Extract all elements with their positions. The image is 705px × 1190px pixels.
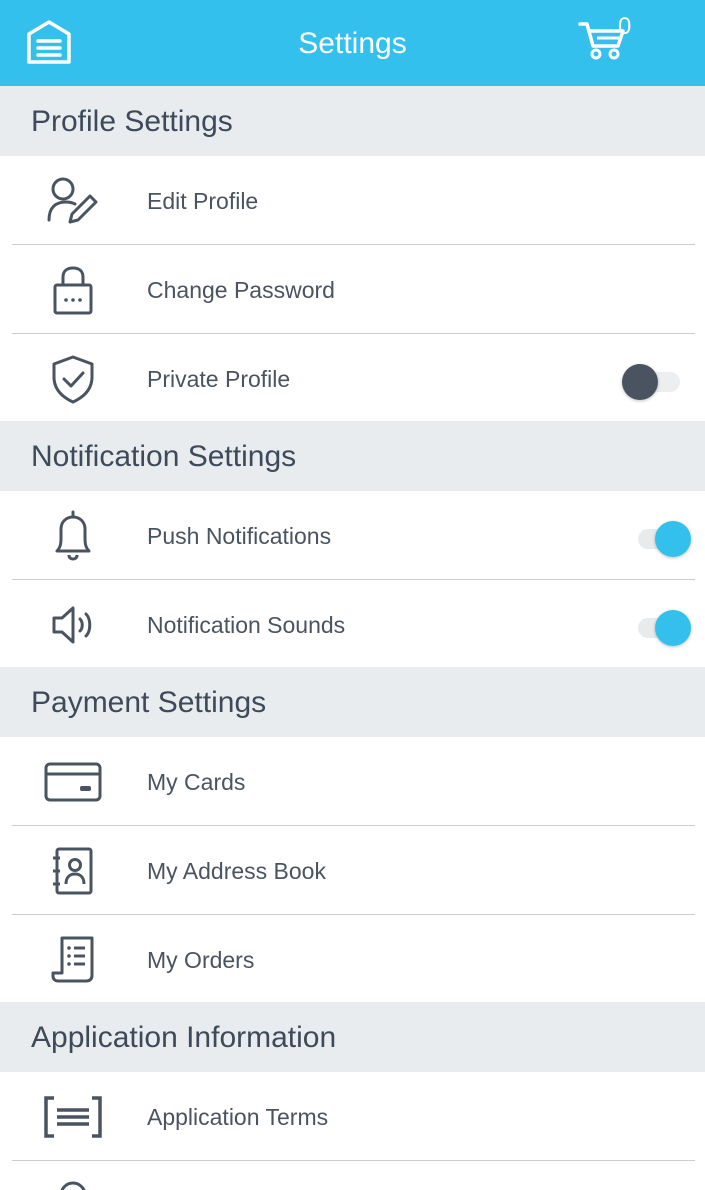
settings-item-app-terms[interactable]: Application Terms — [0, 1072, 705, 1161]
settings-item-label: Application Terms — [147, 1104, 329, 1130]
cart-icon — [578, 22, 625, 60]
section-header-profile: Profile Settings — [0, 86, 705, 156]
bell-icon — [40, 509, 106, 563]
section-title: Payment Settings — [31, 686, 267, 719]
settings-item-label: Change Password — [147, 277, 335, 303]
push-notifications-toggle[interactable] — [620, 521, 691, 557]
toggle-knob — [655, 521, 691, 557]
terms-document-icon — [40, 1090, 106, 1144]
settings-item-label: My Address Book — [147, 858, 326, 884]
user-edit-icon — [40, 174, 106, 228]
settings-item-label: My Orders — [147, 947, 255, 973]
section-header-payment: Payment Settings — [0, 667, 705, 737]
settings-item-push-notifications: Push Notifications — [0, 491, 705, 580]
address-book-icon — [40, 844, 106, 898]
speaker-icon — [40, 598, 106, 652]
private-profile-toggle[interactable] — [620, 364, 686, 400]
settings-item-my-cards[interactable]: My Cards — [0, 737, 705, 826]
settings-item-address-book[interactable]: My Address Book — [0, 826, 705, 915]
settings-item-notification-sounds: Notification Sounds — [0, 580, 705, 669]
toggle-knob — [622, 364, 658, 400]
settings-item-change-password[interactable]: Change Password — [0, 245, 705, 334]
receipt-icon — [40, 933, 106, 987]
top-app-bar: Settings 0 — [0, 0, 705, 86]
credit-card-icon — [40, 755, 106, 809]
settings-item-label: Push Notifications — [147, 523, 332, 549]
settings-item-my-orders[interactable]: My Orders — [0, 915, 705, 1004]
section-header-notification: Notification Settings — [0, 421, 705, 491]
shield-check-icon — [40, 352, 106, 406]
toggle-knob — [655, 610, 691, 646]
settings-item-label: My Cards — [147, 769, 246, 795]
cart-count-badge: 0 — [618, 13, 631, 40]
settings-item-private-profile: Private Profile — [0, 334, 705, 423]
notification-sounds-toggle[interactable] — [620, 610, 691, 646]
section-title: Application Information — [31, 1021, 337, 1054]
section-header-app-info: Application Information — [0, 1002, 705, 1072]
cart-button[interactable]: 0 — [574, 10, 634, 66]
settings-item-label: Notification Sounds — [147, 612, 346, 638]
settings-item-partial[interactable] — [0, 1161, 705, 1190]
settings-item-label: Edit Profile — [147, 188, 259, 214]
settings-item-edit-profile[interactable]: Edit Profile — [0, 156, 705, 245]
partial-row-icon — [40, 1179, 106, 1190]
section-title: Notification Settings — [31, 440, 297, 473]
settings-item-label: Private Profile — [147, 366, 291, 392]
section-title: Profile Settings — [31, 105, 233, 138]
lock-icon — [40, 263, 106, 317]
